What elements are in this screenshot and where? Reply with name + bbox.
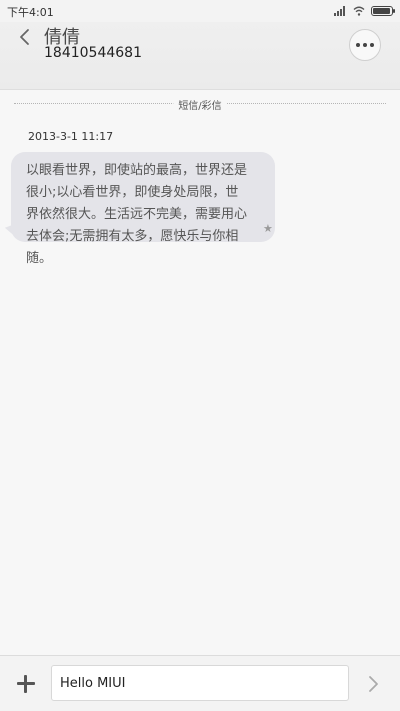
divider-label: 短信/彩信 — [173, 97, 227, 112]
message-text: 以眼看世界，即使站的最高，世界还是很小;以心看世界，即使身处局限，世界依然很大。… — [26, 163, 248, 266]
more-options-button[interactable] — [349, 29, 381, 61]
message-input[interactable] — [51, 665, 349, 701]
send-button[interactable] — [362, 670, 386, 698]
message-bubble[interactable]: 以眼看世界，即使站的最高，世界还是很小;以心看世界，即使身处局限，世界依然很大。… — [11, 152, 275, 266]
wifi-icon — [353, 6, 365, 16]
contact-number: 18410544681 — [44, 45, 142, 61]
compose-bar — [0, 655, 400, 711]
more-dots-icon — [363, 43, 367, 47]
send-arrow-icon — [369, 676, 378, 692]
add-attachment-button[interactable] — [14, 672, 38, 696]
back-button[interactable] — [12, 24, 36, 50]
message-type-divider: 短信/彩信 — [14, 97, 386, 112]
star-mark-icon: ★ — [263, 222, 273, 235]
status-bar: 下午4:01 — [0, 0, 400, 22]
messaging-screen: 下午4:01 倩倩 18410544681 短信/彩信 2013-3-1 11:… — [0, 0, 400, 711]
more-dots-icon — [356, 43, 360, 47]
battery-fill — [373, 8, 390, 14]
conversation-header: 倩倩 18410544681 — [0, 22, 400, 90]
status-time: 下午4:01 — [7, 6, 54, 19]
back-arrow-icon — [20, 29, 29, 45]
status-icons — [334, 5, 395, 17]
signal-icon — [334, 6, 347, 16]
more-dots-icon — [370, 43, 374, 47]
battery-icon — [371, 6, 395, 16]
message-timestamp: 2013-3-1 11:17 — [28, 130, 114, 143]
